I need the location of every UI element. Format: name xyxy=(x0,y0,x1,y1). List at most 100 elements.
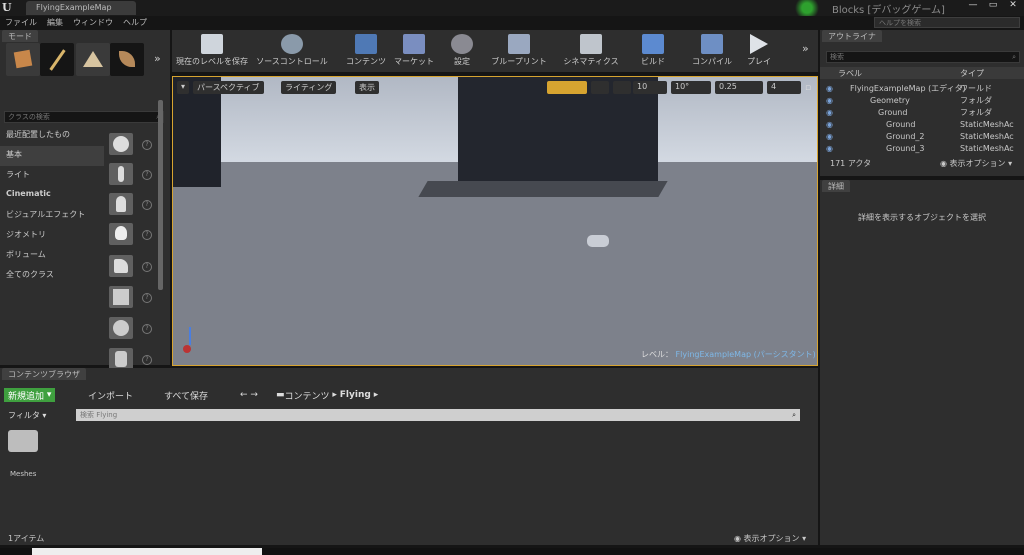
content-browser-tab[interactable]: コンテンツブラウザ xyxy=(2,368,86,380)
folder-icon[interactable] xyxy=(8,430,38,452)
eye-icon[interactable]: ◉ xyxy=(826,96,833,105)
settings-button[interactable]: 設定 xyxy=(444,30,480,72)
save-icon xyxy=(201,34,223,54)
paint-mode-icon[interactable] xyxy=(40,43,74,76)
import-button[interactable]: インポート xyxy=(84,388,137,402)
outliner-view-options[interactable]: ◉ 表示オプション ▾ xyxy=(940,158,1012,169)
menu-file[interactable]: ファイル xyxy=(0,17,42,28)
class-search-input[interactable]: クラスの検索⌕ xyxy=(4,111,164,123)
breadcrumb-flying[interactable]: Flying xyxy=(340,390,371,400)
scrollbar[interactable] xyxy=(158,100,163,290)
outliner-row[interactable]: ◉ Geometry フォルダ xyxy=(820,94,1010,106)
content-search-input[interactable]: 検索 Flying ⌕ xyxy=(76,409,800,421)
rotation-snap-button[interactable]: 10° xyxy=(671,81,711,94)
cube-icon[interactable] xyxy=(109,286,133,308)
document-tab[interactable]: FlyingExampleMap xyxy=(26,1,136,15)
grid-snap-button[interactable]: 10 xyxy=(633,81,667,94)
expand-chevron-icon[interactable]: » xyxy=(154,52,161,65)
taskbar-item[interactable] xyxy=(32,548,262,555)
eye-icon[interactable]: ◉ xyxy=(826,144,833,153)
folder-name[interactable]: Meshes xyxy=(10,470,36,478)
add-new-button[interactable]: 新規追加 ▾ xyxy=(4,388,56,402)
outliner-row[interactable]: ◉ Ground_3 StaticMeshAc xyxy=(820,142,1014,154)
eye-icon[interactable]: ◉ xyxy=(826,84,833,93)
help-icon[interactable]: ? xyxy=(142,230,152,240)
save-all-button[interactable]: すべて保存 xyxy=(160,388,212,402)
cylinder-icon[interactable] xyxy=(109,348,133,370)
level-viewport[interactable]: ▾ パースペクティブ ライティング 表示 10 10° 0.25 4 ▫ レベル… xyxy=(172,76,818,366)
surface-snap-icon[interactable] xyxy=(613,81,631,94)
source-control-status-icon[interactable] xyxy=(792,0,822,16)
content-button[interactable]: コンテンツ xyxy=(344,30,388,72)
help-icon[interactable]: ? xyxy=(142,293,152,303)
outliner-row[interactable]: ◉ Ground_2 StaticMeshAc xyxy=(820,130,1014,142)
source-control-button[interactable]: ソースコントロール xyxy=(254,30,330,72)
compile-button[interactable]: コンパイル xyxy=(686,30,738,72)
help-search-input[interactable]: ヘルプを検索 xyxy=(874,17,1020,28)
player-start-icon[interactable] xyxy=(109,255,133,277)
eye-icon[interactable]: ◉ xyxy=(826,120,833,129)
minimize-icon[interactable]: — xyxy=(964,0,982,10)
eye-icon[interactable]: ◉ xyxy=(826,132,833,141)
menu-help[interactable]: ヘルプ xyxy=(118,17,152,28)
modes-tab[interactable]: モード xyxy=(2,30,38,42)
outliner-row[interactable]: ◉ Ground フォルダ xyxy=(820,106,1010,118)
empty-character-icon[interactable] xyxy=(109,163,133,185)
category-basic[interactable]: 基本 xyxy=(0,146,104,166)
help-icon[interactable]: ? xyxy=(142,355,152,365)
help-icon[interactable]: ? xyxy=(142,170,152,180)
cinematics-button[interactable]: シネマティクス xyxy=(556,30,626,72)
category-recent[interactable]: 最近配置したもの xyxy=(0,126,104,146)
play-button[interactable]: プレイ xyxy=(738,30,780,72)
history-nav-icon[interactable]: ← → xyxy=(236,388,262,402)
build-button[interactable]: ビルド xyxy=(632,30,674,72)
help-icon[interactable]: ? xyxy=(142,262,152,272)
scale-snap-button[interactable]: 0.25 xyxy=(715,81,763,94)
world-local-icon[interactable] xyxy=(591,81,609,94)
show-button[interactable]: 表示 xyxy=(355,81,379,94)
eye-icon[interactable]: ◉ xyxy=(826,108,833,117)
save-level-button[interactable]: 現在のレベルを保存 xyxy=(174,30,250,72)
outliner-row[interactable]: ◉ Ground StaticMeshAc xyxy=(820,118,1014,130)
empty-actor-icon[interactable] xyxy=(109,133,133,155)
help-icon[interactable]: ? xyxy=(142,324,152,334)
help-icon[interactable]: ? xyxy=(142,140,152,150)
transform-tools-icon[interactable] xyxy=(547,81,587,94)
player-start-icon[interactable] xyxy=(587,235,609,247)
point-light-icon[interactable] xyxy=(109,223,133,245)
marketplace-button[interactable]: マーケット xyxy=(392,30,436,72)
category-geometry[interactable]: ジオメトリ xyxy=(0,226,104,246)
help-icon[interactable]: ? xyxy=(142,200,152,210)
unreal-logo-icon[interactable]: U xyxy=(2,1,18,15)
sphere-icon[interactable] xyxy=(109,317,133,339)
outliner-tab[interactable]: アウトライナ xyxy=(822,30,882,42)
col-label[interactable]: ラベル xyxy=(838,68,862,79)
viewport-menu-icon[interactable]: ▾ xyxy=(177,81,189,94)
landscape-mode-icon[interactable] xyxy=(76,43,110,76)
blueprints-button[interactable]: ブループリント xyxy=(486,30,552,72)
close-icon[interactable]: ✕ xyxy=(1004,0,1022,10)
breadcrumb-content[interactable]: コンテンツ xyxy=(285,389,330,402)
camera-speed-button[interactable]: 4 xyxy=(767,81,801,94)
category-cinematic[interactable]: Cinematic xyxy=(0,186,104,206)
col-type[interactable]: タイプ xyxy=(960,68,984,79)
filter-button[interactable]: フィルタ ▾ xyxy=(4,408,50,422)
category-lights[interactable]: ライト xyxy=(0,166,104,186)
category-volumes[interactable]: ボリューム xyxy=(0,246,104,266)
lighting-button[interactable]: ライティング xyxy=(281,81,337,94)
category-visual-effects[interactable]: ビジュアルエフェクト xyxy=(0,206,104,226)
details-tab[interactable]: 詳細 xyxy=(822,180,850,192)
outliner-row[interactable]: ◉ FlyingExampleMap (エディタ) ワールド xyxy=(820,82,1010,94)
menu-edit[interactable]: 編集 xyxy=(42,17,68,28)
perspective-button[interactable]: パースペクティブ xyxy=(193,81,264,94)
category-all-classes[interactable]: 全てのクラス xyxy=(0,266,104,286)
maximize-icon[interactable]: ▭ xyxy=(984,0,1002,10)
foliage-mode-icon[interactable] xyxy=(110,43,144,76)
empty-pawn-icon[interactable] xyxy=(109,193,133,215)
menu-window[interactable]: ウィンドウ xyxy=(68,17,118,28)
content-view-options[interactable]: ◉ 表示オプション ▾ xyxy=(734,533,806,544)
maximize-viewport-icon[interactable]: ▫ xyxy=(805,83,811,93)
toolbar-overflow-icon[interactable]: » xyxy=(802,42,809,55)
outliner-search-input[interactable]: 検索 ⌕ xyxy=(826,51,1020,63)
place-mode-icon[interactable] xyxy=(6,43,40,76)
